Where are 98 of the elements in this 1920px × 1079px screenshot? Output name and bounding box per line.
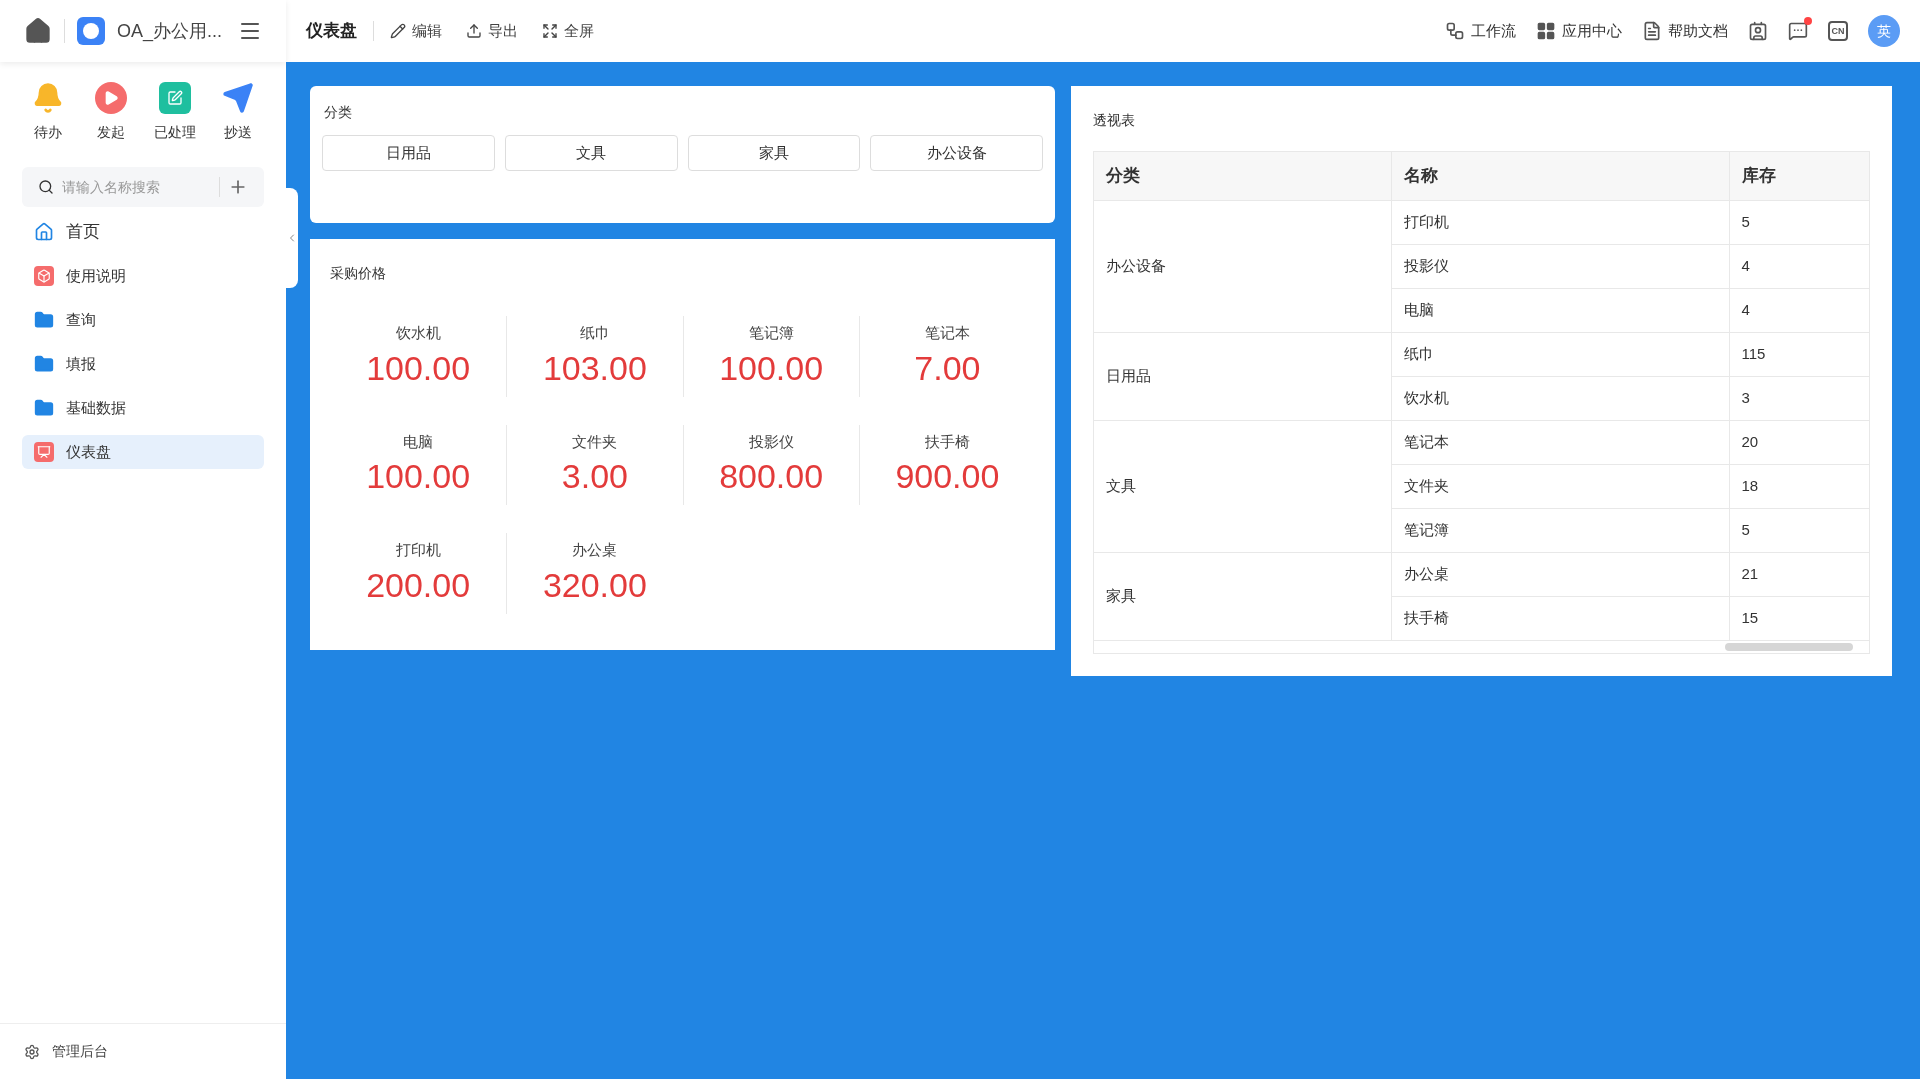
fullscreen-icon <box>542 23 558 39</box>
quick-action-label[interactable]: 待办 <box>33 122 62 143</box>
table-cell: 文具 <box>1094 420 1391 552</box>
table-cell: 日用品 <box>1094 332 1391 420</box>
table-cell: 家具 <box>1094 552 1391 640</box>
column-header: 名称 <box>1391 152 1729 200</box>
table-cell: 18 <box>1729 464 1869 508</box>
table-cell: 5 <box>1729 200 1869 244</box>
price-value: 7.00 <box>914 347 981 389</box>
table-cell: 5 <box>1729 508 1869 552</box>
table-cell: 21 <box>1729 552 1869 596</box>
table-cell: 打印机 <box>1391 200 1729 244</box>
card-title: 透视表 <box>1093 111 1136 130</box>
table-cell: 115 <box>1729 332 1869 376</box>
column-header: 分类 <box>1094 152 1391 200</box>
price-value: 900.00 <box>895 456 1000 497</box>
admin-link[interactable]: 管理后台 <box>52 1041 108 1062</box>
folder-icon <box>34 310 54 330</box>
price-value: 100.00 <box>366 456 471 497</box>
price-label: 办公桌 <box>572 540 618 560</box>
table-cell: 3 <box>1729 376 1869 420</box>
quick-action-label[interactable]: 抄送 <box>224 122 253 143</box>
app-logo-icon <box>77 17 105 45</box>
collapse-handle[interactable] <box>286 188 298 288</box>
sidebar-item[interactable]: 填报 <box>22 347 264 381</box>
price-value: 100.00 <box>366 347 471 389</box>
price-label: 电脑 <box>403 431 434 452</box>
sidebar-item[interactable]: 使用说明 <box>22 259 264 293</box>
workflow-icon <box>1445 21 1465 41</box>
sidebar-item[interactable]: 基础数据 <box>22 391 264 425</box>
apps-icon <box>1536 21 1556 41</box>
category-button[interactable]: 文具 <box>504 135 678 171</box>
table-cell: 15 <box>1729 596 1869 640</box>
contacts-button[interactable] <box>1748 21 1768 41</box>
table-cell: 4 <box>1729 244 1869 288</box>
home-icon[interactable] <box>24 17 52 45</box>
price-label: 饮水机 <box>395 323 441 343</box>
search-icon <box>38 179 54 195</box>
home-icon <box>34 222 54 242</box>
price-label: 打印机 <box>395 540 441 560</box>
scrollbar[interactable] <box>1725 642 1853 651</box>
header-link[interactable]: 应用中心 <box>1536 19 1622 43</box>
card-title: 采购价格 <box>330 264 387 283</box>
price-value: 800.00 <box>719 456 824 497</box>
price-label: 扶手椅 <box>924 431 970 452</box>
table-cell: 办公设备 <box>1094 200 1391 332</box>
upload-icon <box>466 23 482 39</box>
price-value: 3.00 <box>561 456 628 497</box>
chart-icon <box>34 442 54 462</box>
price-label: 文件夹 <box>572 431 618 452</box>
sidebar-item[interactable]: 首页 <box>22 215 264 249</box>
table-cell: 笔记簿 <box>1391 508 1729 552</box>
table-cell: 4 <box>1729 288 1869 332</box>
folder-icon <box>34 398 54 418</box>
table-cell: 办公桌 <box>1391 552 1729 596</box>
price-label: 笔记簿 <box>748 323 794 343</box>
search-input[interactable]: 请输入名称搜索 <box>62 176 211 198</box>
header-link[interactable]: 帮助文档 <box>1642 19 1728 43</box>
edit-icon <box>158 82 191 114</box>
price-value: 200.00 <box>366 564 471 606</box>
price-label: 笔记本 <box>924 323 970 343</box>
send-icon <box>222 82 255 114</box>
price-value: 103.00 <box>542 347 647 389</box>
price-value: 100.00 <box>719 347 824 389</box>
toolbar-button[interactable]: 导出 <box>466 19 518 43</box>
price-label: 纸巾 <box>579 323 610 343</box>
category-button[interactable]: 办公设备 <box>870 135 1043 171</box>
search-field[interactable]: 请输入名称搜索 <box>22 167 264 207</box>
column-header: 库存 <box>1729 152 1869 200</box>
toolbar-button[interactable]: 全屏 <box>542 19 594 43</box>
folder-icon <box>34 354 54 374</box>
toolbar-button[interactable]: 编辑 <box>390 19 442 43</box>
quick-action-label[interactable]: 已处理 <box>153 122 196 143</box>
play-icon <box>95 82 128 114</box>
sidebar-item[interactable]: 仪表盘 <box>22 435 264 469</box>
table-cell: 笔记本 <box>1391 420 1729 464</box>
table-cell: 饮水机 <box>1391 376 1729 420</box>
sidebar-item[interactable]: 查询 <box>22 303 264 337</box>
price-value: 320.00 <box>542 564 647 606</box>
page-title: 仪表盘 <box>306 20 357 43</box>
cube-icon <box>34 266 54 286</box>
document-icon <box>1642 21 1662 41</box>
language-button[interactable]: CN <box>1828 21 1848 41</box>
card-title: 分类 <box>323 103 353 122</box>
table-cell: 电脑 <box>1391 288 1729 332</box>
table-cell: 纸巾 <box>1391 332 1729 376</box>
settings-icon <box>24 1043 40 1060</box>
pencil-icon <box>390 23 406 39</box>
table-cell: 文件夹 <box>1391 464 1729 508</box>
table-cell: 20 <box>1729 420 1869 464</box>
quick-action-label[interactable]: 发起 <box>97 122 126 143</box>
price-label: 投影仪 <box>748 431 794 452</box>
app-title: OA_办公用... <box>117 19 223 44</box>
category-button[interactable]: 日用品 <box>322 135 495 171</box>
header-link[interactable]: 工作流 <box>1445 19 1516 43</box>
category-button[interactable]: 家具 <box>687 135 861 171</box>
table-cell: 扶手椅 <box>1391 596 1729 640</box>
table-cell: 投影仪 <box>1391 244 1729 288</box>
